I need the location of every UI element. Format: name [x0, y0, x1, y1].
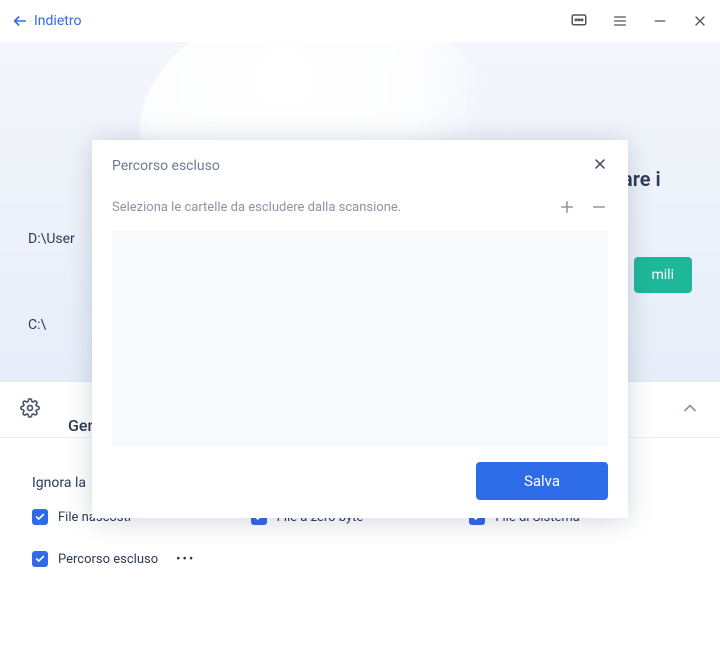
checkbox-excluded-path[interactable]: Percorso escluso ••• [32, 551, 251, 567]
feedback-icon[interactable] [570, 12, 588, 30]
more-options-button[interactable]: ••• [176, 552, 195, 567]
remove-path-button[interactable] [590, 198, 608, 216]
checkbox-icon [32, 551, 48, 567]
checkbox-icon [32, 509, 48, 525]
back-button[interactable]: Indietro [12, 13, 81, 29]
close-button[interactable] [692, 13, 708, 29]
chevron-up-icon[interactable] [680, 398, 700, 422]
excluded-paths-list[interactable] [112, 230, 608, 446]
modal-title: Percorso escluso [112, 158, 220, 174]
close-icon[interactable] [592, 156, 608, 176]
save-button[interactable]: Salva [476, 462, 608, 500]
add-path-button[interactable] [558, 198, 576, 216]
menu-icon[interactable] [612, 13, 628, 29]
minimize-button[interactable] [652, 13, 668, 29]
path-item[interactable]: C:\ [28, 318, 75, 332]
path-item[interactable]: D:\User [28, 232, 75, 246]
window-controls [570, 12, 708, 30]
arrow-left-icon [12, 13, 28, 29]
modal-subtitle: Seleziona le cartelle da escludere dalla… [112, 200, 558, 215]
back-label: Indietro [34, 13, 81, 29]
scan-button[interactable]: mili [634, 257, 693, 293]
excluded-path-modal: Percorso escluso Seleziona le cartelle d… [92, 140, 628, 518]
checkbox-label: Percorso escluso [58, 552, 158, 567]
